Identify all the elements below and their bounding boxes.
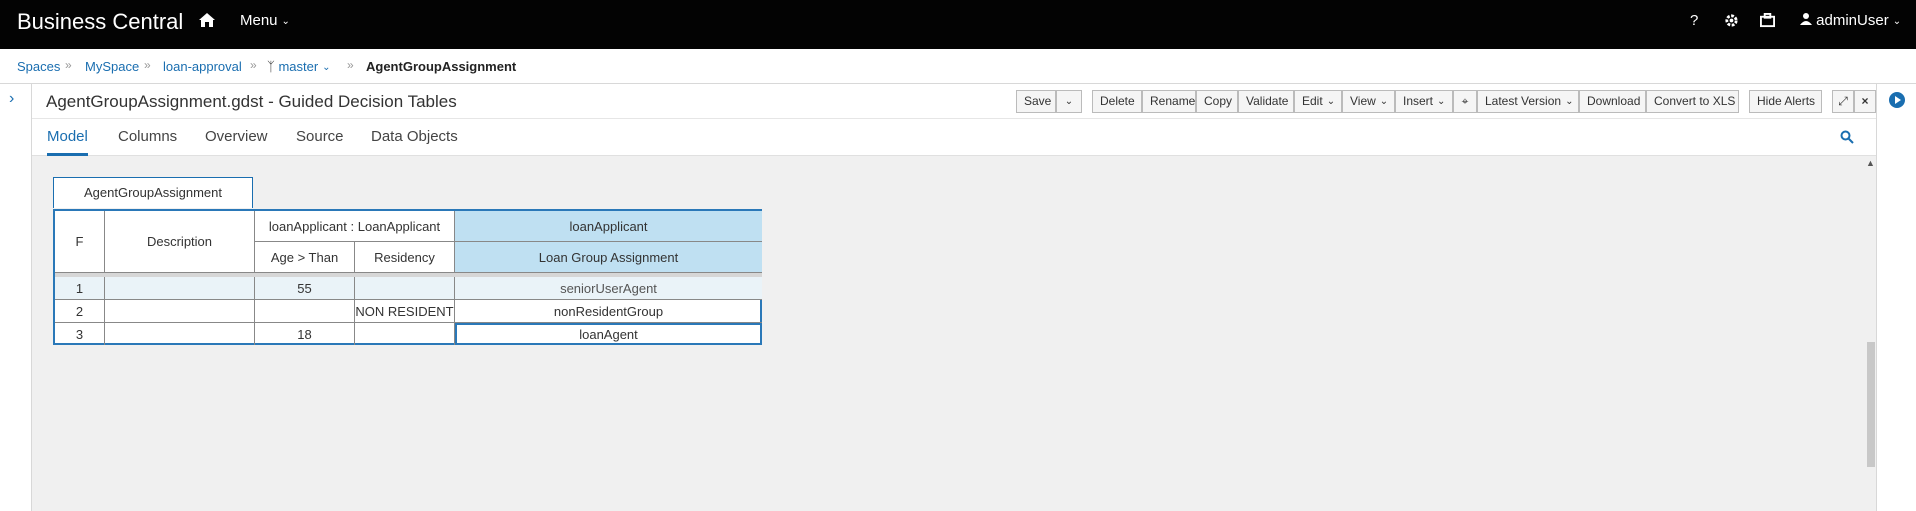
crosshair-icon[interactable]: ⌖ [1453,90,1477,113]
chevron-down-icon: ⌄ [1565,96,1574,108]
header-description[interactable]: Description [105,211,255,273]
insert-menu-button[interactable]: Insert ⌄ [1395,90,1453,113]
age-cell[interactable]: 55 [255,277,355,300]
breadcrumb-separator: » [65,58,72,72]
chevron-down-icon: ⌄ [1437,96,1446,108]
editor-header: AgentGroupAssignment.gdst - Guided Decis… [32,84,1876,119]
header-f[interactable]: F [55,211,105,273]
decision-table: F Description loanApplicant : LoanApplic… [53,209,762,345]
tab-data-objects[interactable]: Data Objects [371,128,458,145]
tab-source[interactable]: Source [296,128,344,145]
editor-tabs: Model Columns Overview Source Data Objec… [32,119,1876,156]
header-age[interactable]: Age > Than [255,242,355,273]
username: adminUser [1816,12,1889,29]
branch-selector[interactable]: ᛉ master ⌄ [267,59,331,74]
row-number[interactable]: 3 [55,323,105,345]
table-name-tab[interactable]: AgentGroupAssignment [53,177,253,208]
age-cell[interactable] [255,300,355,323]
branch-label: master [278,59,319,74]
breadcrumb-current: AgentGroupAssignment [366,59,517,74]
insert-label: Insert [1403,94,1434,108]
header-residency[interactable]: Residency [355,242,455,273]
branch-icon: ᛉ [267,59,275,74]
description-cell[interactable] [105,277,255,300]
search-icon[interactable] [1840,130,1854,144]
breadcrumb-separator: » [347,58,354,72]
chevron-down-icon: ⌄ [1892,15,1902,27]
description-cell[interactable] [105,300,255,323]
assignment-cell[interactable]: nonResidentGroup [455,300,762,323]
breadcrumb-spaces[interactable]: Spaces [17,59,60,74]
close-icon[interactable]: × [1854,90,1876,113]
view-label: View [1350,94,1376,108]
scrollbar-thumb[interactable] [1867,342,1875,467]
save-button[interactable]: Save [1016,90,1056,113]
convert-to-xls-button[interactable]: Convert to XLS [1646,90,1739,113]
gear-icon[interactable] [1724,13,1739,32]
chevron-down-icon: ⌄ [322,62,331,74]
chevron-down-icon: ⌄ [1064,96,1074,108]
user-icon [1800,12,1816,29]
brand-title[interactable]: Business Central [17,9,183,35]
header-condition-group[interactable]: loanApplicant : LoanApplicant [255,211,455,242]
delete-button[interactable]: Delete [1092,90,1142,113]
rename-button[interactable]: Rename [1142,90,1196,113]
briefcase-icon[interactable] [1760,13,1775,32]
editor-title: AgentGroupAssignment.gdst - Guided Decis… [46,92,457,111]
chevron-down-icon: ⌄ [281,15,290,27]
left-sidebar: › [0,84,32,511]
breadcrumb-separator: » [144,58,151,72]
top-navbar: Business Central Menu ⌄ ? adminUser ⌄ [0,0,1916,49]
tab-columns[interactable]: Columns [118,128,177,145]
menu-dropdown[interactable]: Menu ⌄ [240,12,290,29]
tab-model[interactable]: Model [47,128,88,145]
breadcrumb-myspace[interactable]: MySpace [85,59,139,74]
breadcrumb: Spaces » MySpace » loan-approval » ᛉ mas… [0,49,1916,84]
right-sidebar [1876,84,1916,511]
hide-alerts-button[interactable]: Hide Alerts [1749,90,1822,113]
row-number[interactable]: 2 [55,300,105,323]
row-number[interactable]: 1 [55,277,105,300]
vertical-scrollbar[interactable]: ▲ [1866,156,1876,511]
residency-cell[interactable] [355,277,455,300]
download-button[interactable]: Download [1579,90,1646,113]
chevron-down-icon: ⌄ [1379,96,1389,108]
breadcrumb-separator: » [250,58,257,72]
latest-version-label: Latest Version [1485,94,1562,108]
save-dropdown-button[interactable]: ⌄ [1056,90,1082,113]
description-cell[interactable] [105,323,255,345]
edit-menu-button[interactable]: Edit ⌄ [1294,90,1342,113]
residency-cell[interactable] [355,323,455,345]
home-icon[interactable] [198,12,218,32]
edit-label: Edit [1302,94,1323,108]
tab-overview[interactable]: Overview [205,128,268,145]
scroll-up-arrow-icon[interactable]: ▲ [1866,158,1875,168]
play-icon[interactable] [1889,92,1905,108]
age-cell[interactable]: 18 [255,323,355,345]
validate-button[interactable]: Validate [1238,90,1294,113]
chevron-right-icon[interactable]: › [9,90,14,108]
header-action-group[interactable]: loanApplicant [455,211,762,242]
assignment-cell-selected[interactable]: loanAgent [455,323,762,345]
assignment-cell[interactable]: seniorUserAgent [455,277,762,300]
view-menu-button[interactable]: View ⌄ [1342,90,1395,113]
header-assignment[interactable]: Loan Group Assignment [455,242,762,273]
user-menu[interactable]: adminUser ⌄ [1800,12,1901,29]
breadcrumb-project[interactable]: loan-approval [163,59,242,74]
residency-cell[interactable]: NON RESIDENT [355,300,455,323]
copy-button[interactable]: Copy [1196,90,1238,113]
help-icon[interactable]: ? [1690,12,1698,29]
menu-label: Menu [240,12,278,29]
latest-version-dropdown[interactable]: Latest Version ⌄ [1477,90,1579,113]
expand-icon[interactable]: ⤢ [1832,90,1854,113]
chevron-down-icon: ⌄ [1326,96,1336,108]
